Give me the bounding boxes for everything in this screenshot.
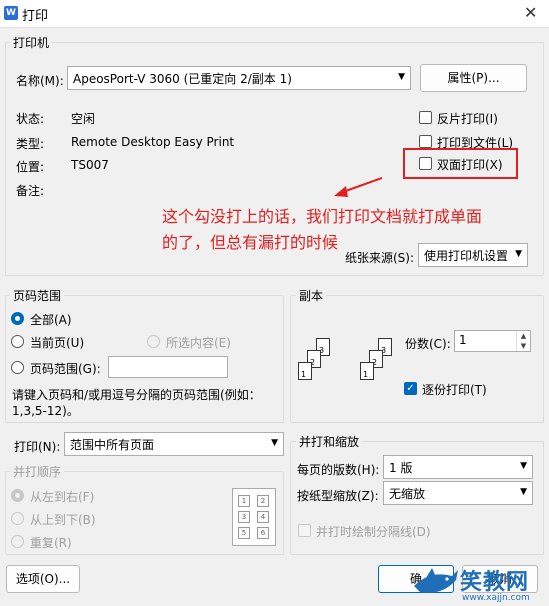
location-label: 位置:	[16, 160, 45, 174]
copies-count-label: 份数(C):	[405, 337, 451, 351]
radio-left-right[interactable]	[11, 489, 24, 502]
scale-select[interactable]: 无缩放 ▼	[383, 481, 533, 505]
chevron-down-icon: ▼	[520, 461, 527, 471]
paper-source-select[interactable]: 使用打印机设置 ▼	[418, 243, 528, 267]
draw-borders-checkbox[interactable]	[298, 524, 311, 537]
collate-label: 逐份打印(T)	[422, 383, 487, 397]
type-label: 类型:	[16, 137, 45, 151]
watermark-url: www.xajjn.com	[462, 593, 530, 603]
type-value: Remote Desktop Easy Print	[71, 135, 235, 149]
chevron-down-icon: ▼	[515, 249, 522, 259]
highlight-box	[403, 148, 518, 179]
status-value: 空闲	[71, 112, 96, 126]
annotation-line-2: 的了，但总有漏打的时候	[162, 233, 339, 252]
chevron-down-icon: ▼	[520, 487, 527, 497]
radio-top-bottom[interactable]	[11, 512, 24, 525]
copies-title: 副本	[296, 287, 327, 304]
scale-label: 按纸型缩放(Z):	[297, 489, 379, 503]
spin-up-icon[interactable]: ▲	[516, 331, 530, 341]
order-cell: 5	[238, 527, 250, 539]
radio-all[interactable]	[11, 312, 24, 325]
page-range-hint-2: 1,3,5-12)。	[12, 404, 79, 418]
options-button[interactable]: 选项(O)...	[6, 565, 80, 593]
radio-all-label: 全部(A)	[30, 313, 72, 327]
printer-group-title: 打印机	[10, 34, 53, 51]
annotation-arrow-icon	[334, 177, 383, 197]
properties-button[interactable]: 属性(P)...	[420, 64, 527, 92]
copies-count-value: 1	[459, 333, 467, 347]
radio-selection[interactable]	[147, 335, 160, 348]
order-cell: 6	[257, 527, 269, 539]
order-cell: 3	[238, 511, 250, 523]
zoom-title: 并打和缩放	[296, 433, 363, 450]
collate-checkbox[interactable]: ✓	[404, 382, 417, 395]
window-title: 打印	[22, 9, 49, 24]
radio-current[interactable]	[11, 335, 24, 348]
draw-borders-label: 并打时绘制分隔线(D)	[316, 525, 431, 539]
radio-pages-label: 页码范围(G):	[30, 362, 101, 376]
page-range-title: 页码范围	[10, 287, 65, 304]
per-sheet-label: 每页的版数(H):	[297, 463, 380, 477]
wps-writer-icon: W	[4, 6, 18, 20]
annotation-line-1: 这个勾没打上的话，我们打印文档就打成单面	[162, 207, 483, 226]
page-range-input[interactable]	[108, 356, 228, 378]
collate-illustration-b: 3 2 1	[360, 338, 404, 390]
watermark-brand: 笑教网	[460, 570, 530, 595]
order-cell: 1	[238, 495, 250, 507]
order-cell: 2	[257, 495, 269, 507]
close-icon[interactable]: ✕	[524, 3, 537, 22]
collate-illustration-a: 3 2 1	[298, 338, 342, 390]
spin-down-icon[interactable]: ▼	[516, 341, 530, 351]
page-icon: 1	[360, 362, 374, 380]
page-range-hint-1: 请键入页码和/或用逗号分隔的页码范围(例如：	[12, 388, 261, 402]
per-sheet-select[interactable]: 1 版 ▼	[383, 455, 533, 479]
printer-name-label: 名称(M):	[16, 74, 64, 88]
location-value: TS007	[71, 158, 109, 172]
comment-label: 备注:	[16, 184, 45, 198]
radio-selection-label: 所选内容(E)	[166, 336, 231, 350]
radio-repeat-label: 重复(R)	[30, 536, 72, 550]
printer-name-value: ApeosPort-V 3060 (已重定向 2/副本 1)	[73, 72, 292, 86]
print-to-file-checkbox[interactable]	[419, 135, 432, 148]
radio-current-label: 当前页(U)	[30, 336, 85, 350]
radio-repeat[interactable]	[11, 535, 24, 548]
print-what-select[interactable]: 范围中所有页面 ▼	[64, 432, 284, 456]
title-bar: W 打印 ✕	[0, 0, 549, 28]
radio-pages[interactable]	[11, 361, 24, 374]
shark-logo-icon	[414, 568, 458, 593]
page-icon: 1	[298, 362, 312, 380]
print-what-value: 范围中所有页面	[70, 438, 155, 452]
radio-left-right-label: 从左到右(F)	[30, 490, 95, 504]
chevron-down-icon: ▼	[398, 72, 405, 82]
status-label: 状态:	[16, 112, 45, 126]
order-preview: 1 2 3 4 5 6	[232, 488, 276, 546]
order-group-title: 并打顺序	[10, 463, 65, 480]
order-cell: 4	[257, 511, 269, 523]
copies-count-spinner[interactable]: 1 ▲ ▼	[454, 330, 531, 352]
radio-top-bottom-label: 从上到下(B)	[30, 513, 96, 527]
print-what-label: 打印(N):	[14, 440, 61, 454]
printer-name-select[interactable]: ApeosPort-V 3060 (已重定向 2/副本 1) ▼	[67, 66, 411, 90]
per-sheet-value: 1 版	[389, 461, 413, 475]
reverse-print-label: 反片打印(I)	[437, 112, 498, 126]
reverse-print-checkbox[interactable]	[419, 111, 432, 124]
chevron-down-icon: ▼	[271, 438, 278, 448]
paper-source-value: 使用打印机设置	[424, 249, 509, 263]
scale-value: 无缩放	[389, 487, 426, 501]
paper-source-label: 纸张来源(S):	[345, 251, 415, 265]
